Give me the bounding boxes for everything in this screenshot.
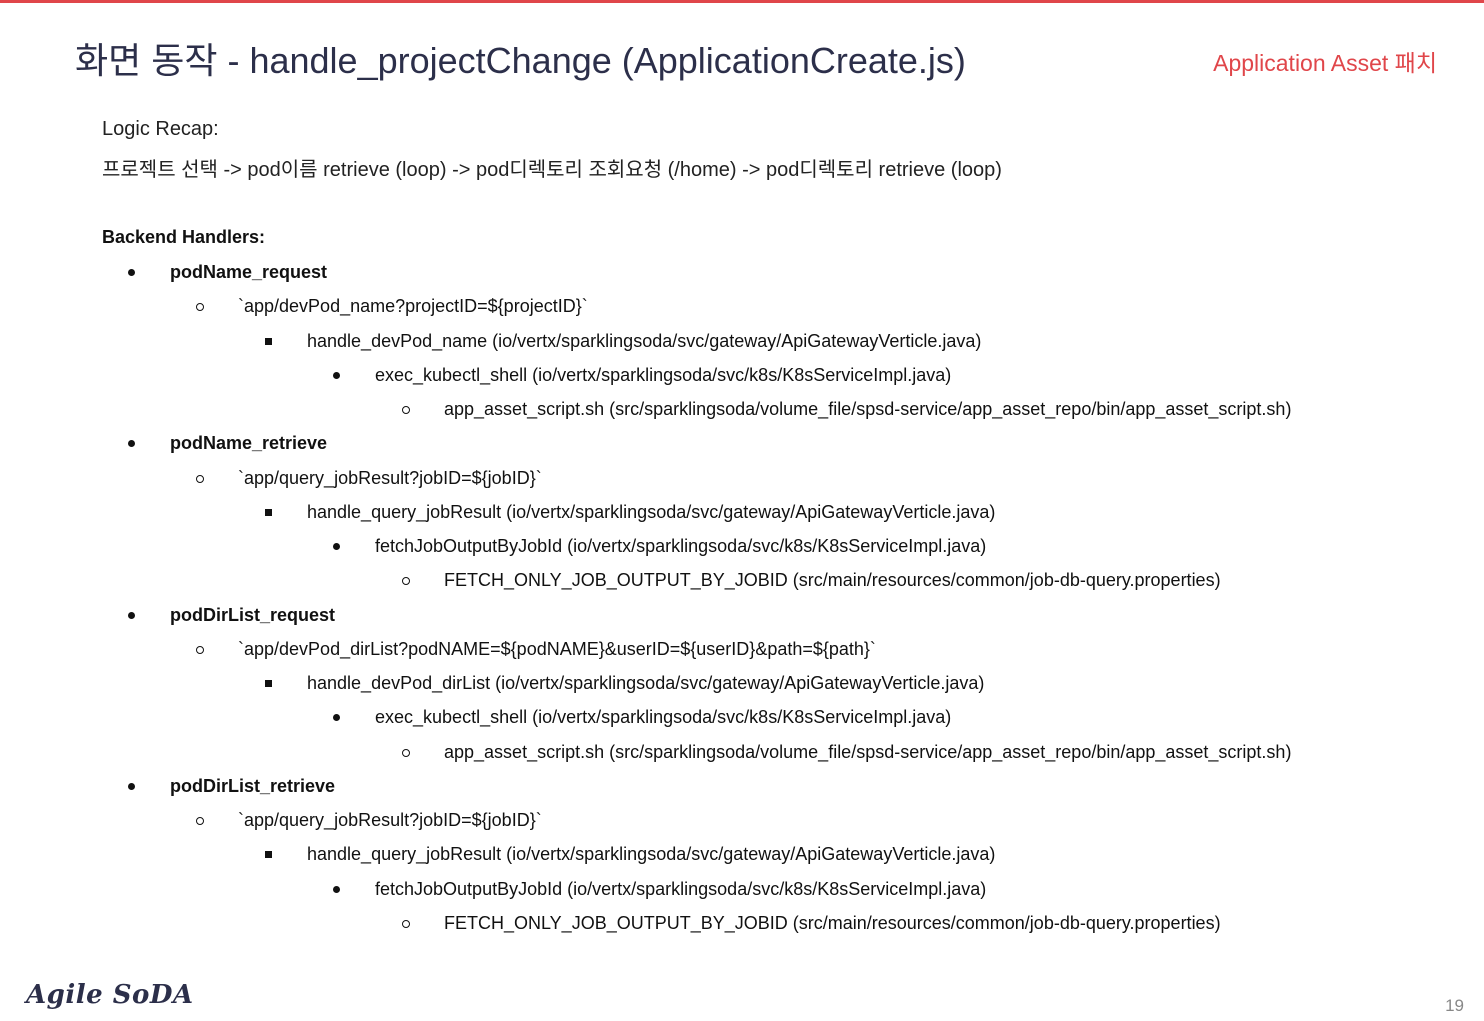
handler-item-level-3: handle_query_jobResult (io/vertx/sparkli… bbox=[265, 843, 996, 865]
handler-item-text: handle_devPod_name (io/vertx/sparklingso… bbox=[307, 330, 982, 351]
bullet-icon bbox=[402, 748, 410, 757]
bullet-icon bbox=[196, 474, 204, 483]
bullet-icon bbox=[333, 543, 340, 550]
handler-item-level-5: app_asset_script.sh (src/sparklingsoda/v… bbox=[402, 741, 1292, 763]
bullet-icon bbox=[402, 577, 410, 586]
handler-item-level-1: podDirList_retrieve bbox=[128, 775, 336, 797]
handler-item-level-4: fetchJobOutputByJobId (io/vertx/sparklin… bbox=[333, 535, 987, 557]
handler-item-text: exec_kubectl_shell (io/vertx/sparklingso… bbox=[375, 364, 952, 385]
handler-item-text: `app/query_jobResult?jobID=${jobID}` bbox=[238, 467, 542, 488]
page-number: 19 bbox=[1445, 996, 1464, 1015]
bullet-icon bbox=[265, 851, 272, 859]
handler-item-text: exec_kubectl_shell (io/vertx/sparklingso… bbox=[375, 707, 952, 728]
handler-item-text: handle_query_jobResult (io/vertx/sparkli… bbox=[307, 844, 996, 865]
handler-item-level-1: podDirList_request bbox=[128, 604, 336, 626]
handler-item-text: FETCH_ONLY_JOB_OUTPUT_BY_JOBID (src/main… bbox=[444, 570, 1221, 591]
handler-item-text: podName_request bbox=[170, 262, 328, 282]
backend-handlers-label: Backend Handlers: bbox=[102, 227, 266, 247]
bullet-icon bbox=[265, 337, 272, 345]
handler-item-level-4: exec_kubectl_shell (io/vertx/sparklingso… bbox=[333, 364, 952, 386]
handler-item-level-2: `app/devPod_dirList?podNAME=${podNAME}&u… bbox=[196, 638, 876, 660]
slide-title: 화면 동작 - handle_projectChange (Applicatio… bbox=[75, 40, 966, 81]
bullet-icon bbox=[333, 371, 340, 379]
handler-item-text: handle_query_jobResult (io/vertx/sparkli… bbox=[307, 501, 996, 522]
handler-item-text: fetchJobOutputByJobId (io/vertx/sparklin… bbox=[375, 536, 987, 556]
handler-item-level-5: FETCH_ONLY_JOB_OUTPUT_BY_JOBID (src/main… bbox=[402, 912, 1221, 934]
bullet-icon bbox=[265, 680, 272, 687]
handler-item-text: fetchJobOutputByJobId (io/vertx/sparklin… bbox=[375, 878, 987, 899]
bullet-icon bbox=[402, 919, 410, 928]
handler-item-text: podDirList_retrieve bbox=[170, 775, 336, 796]
handler-item-level-1: podName_request bbox=[128, 261, 328, 283]
slide-tag: Application Asset 패치 bbox=[1213, 50, 1437, 76]
handler-item-text: podName_retrieve bbox=[170, 433, 328, 454]
handler-item-text: FETCH_ONLY_JOB_OUTPUT_BY_JOBID (src/main… bbox=[444, 912, 1221, 933]
handler-item-text: `app/devPod_dirList?podNAME=${podNAME}&u… bbox=[238, 638, 876, 659]
handler-item-level-2: `app/query_jobResult?jobID=${jobID}` bbox=[196, 467, 542, 489]
handler-item-level-3: handle_devPod_name (io/vertx/sparklingso… bbox=[265, 330, 982, 352]
handler-item-text: `app/query_jobResult?jobID=${jobID}` bbox=[238, 810, 542, 830]
handler-item-level-4: exec_kubectl_shell (io/vertx/sparklingso… bbox=[333, 706, 952, 728]
bullet-icon bbox=[196, 817, 204, 825]
handler-item-level-5: FETCH_ONLY_JOB_OUTPUT_BY_JOBID (src/main… bbox=[402, 569, 1221, 591]
handler-item-level-5: app_asset_script.sh (src/sparklingsoda/v… bbox=[402, 398, 1292, 420]
handler-item-level-4: fetchJobOutputByJobId (io/vertx/sparklin… bbox=[333, 878, 987, 900]
handler-item-text: podDirList_request bbox=[170, 604, 336, 625]
handler-item-level-1: podName_retrieve bbox=[128, 432, 328, 454]
recap-label: Logic Recap: bbox=[102, 118, 219, 140]
bullet-icon bbox=[402, 406, 410, 414]
handler-item-level-3: handle_query_jobResult (io/vertx/sparkli… bbox=[265, 501, 996, 523]
bullet-icon bbox=[333, 714, 340, 722]
bullet-icon bbox=[196, 645, 204, 654]
handler-item-level-2: `app/query_jobResult?jobID=${jobID}` bbox=[196, 809, 542, 831]
handler-item-text: app_asset_script.sh (src/sparklingsoda/v… bbox=[444, 741, 1292, 762]
handler-item-level-2: `app/devPod_name?projectID=${projectID}` bbox=[196, 295, 588, 317]
top-accent-bar bbox=[0, 0, 1484, 3]
bullet-icon bbox=[196, 303, 204, 312]
bullet-icon bbox=[128, 440, 135, 448]
recap-flow: 프로젝트 선택 -> pod이름 retrieve (loop) -> pod디… bbox=[102, 159, 1002, 181]
bullet-icon bbox=[333, 885, 340, 893]
handler-item-text: app_asset_script.sh (src/sparklingsoda/v… bbox=[444, 399, 1292, 419]
bullet-icon bbox=[265, 508, 272, 516]
handler-item-text: `app/devPod_name?projectID=${projectID}` bbox=[238, 296, 588, 317]
handler-item-level-3: handle_devPod_dirList (io/vertx/sparklin… bbox=[265, 672, 985, 694]
bullet-icon bbox=[128, 269, 135, 276]
handler-item-text: handle_devPod_dirList (io/vertx/sparklin… bbox=[307, 673, 985, 693]
bullet-icon bbox=[128, 611, 135, 619]
bullet-icon bbox=[128, 782, 135, 790]
company-logo: Agile SoDA bbox=[26, 980, 194, 1010]
